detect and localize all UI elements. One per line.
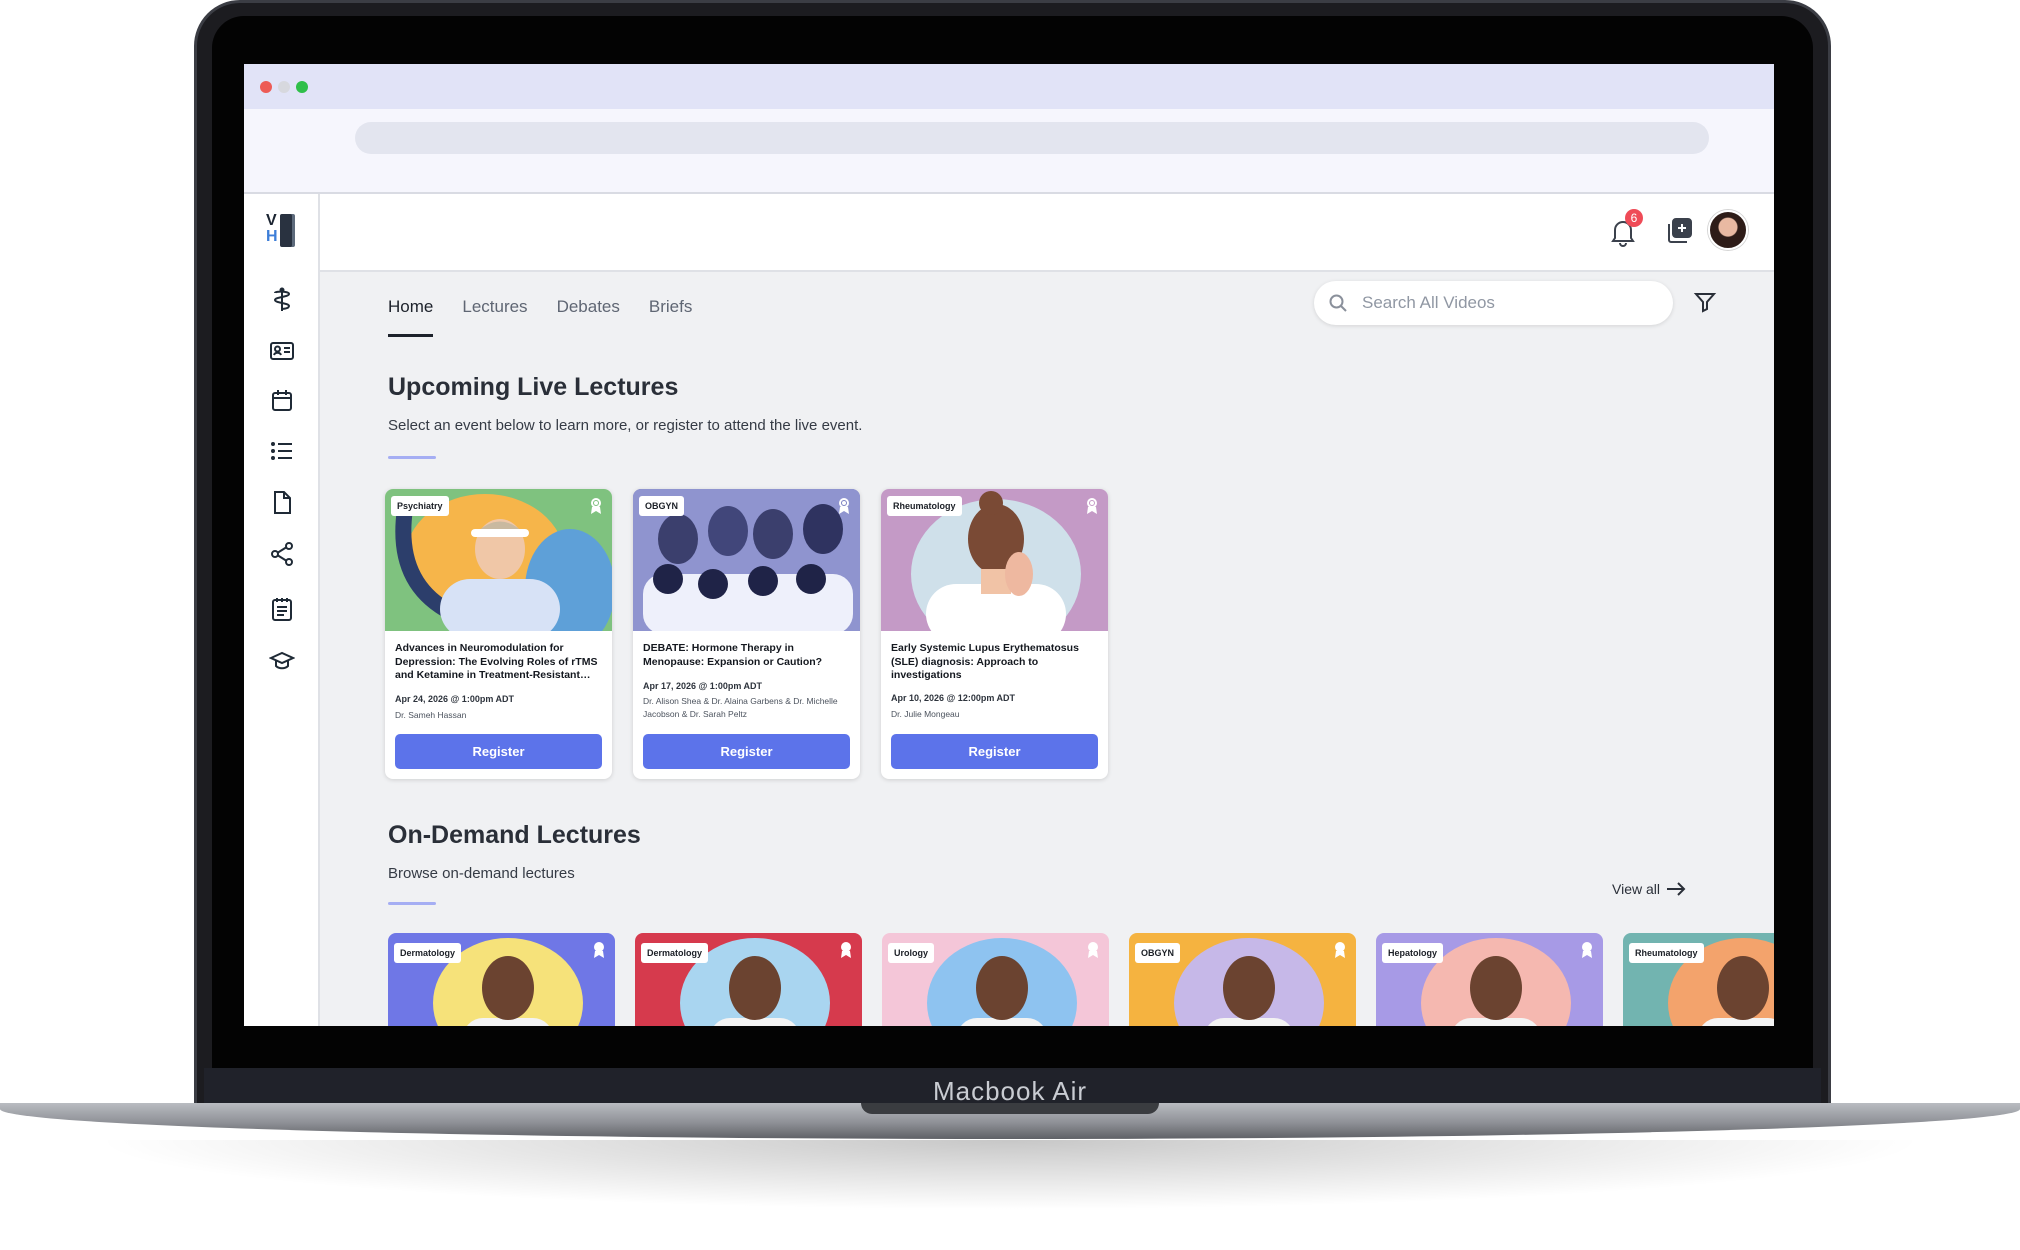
- upcoming-section-subtitle: Select an event below to learn more, or …: [388, 417, 863, 434]
- section-divider: [388, 902, 436, 905]
- ondemand-lecture-card[interactable]: OBGYN: [1129, 933, 1356, 1026]
- upcoming-section-title: Upcoming Live Lectures: [388, 373, 679, 401]
- category-tag: Dermatology: [394, 943, 462, 963]
- category-tag: Rheumatology: [887, 496, 962, 516]
- award-ribbon-icon: [1335, 942, 1345, 958]
- award-ribbon-icon: [1582, 942, 1592, 958]
- list-icon[interactable]: [269, 438, 295, 464]
- award-ribbon-icon: [839, 498, 849, 514]
- ondemand-lecture-card[interactable]: Dermatology: [635, 933, 862, 1026]
- award-ribbon-icon: [1088, 942, 1098, 958]
- award-ribbon-icon: [594, 942, 604, 958]
- top-header: 6: [320, 194, 1774, 272]
- logo-letter-h: H: [266, 228, 278, 245]
- app-logo[interactable]: V H: [266, 212, 298, 248]
- award-ribbon-icon: [591, 498, 601, 514]
- content-tabs: Home Lectures Debates Briefs: [388, 297, 692, 337]
- tab-briefs[interactable]: Briefs: [649, 297, 692, 337]
- address-bar[interactable]: [355, 122, 1709, 154]
- category-tag: Urology: [888, 943, 935, 963]
- ondemand-lecture-card[interactable]: Hepatology: [1376, 933, 1603, 1026]
- award-ribbon-icon: [1087, 498, 1097, 514]
- live-lecture-card[interactable]: Rheumatology Early Systemic Lupus Erythe…: [881, 489, 1108, 779]
- tab-lectures[interactable]: Lectures: [462, 297, 527, 337]
- tab-home[interactable]: Home: [388, 297, 434, 337]
- lecture-title: DEBATE: Hormone Therapy in Menopause: Ex…: [643, 642, 823, 668]
- register-button[interactable]: Register: [643, 734, 850, 769]
- logo-book-icon: [280, 214, 292, 247]
- lecture-thumbnail: Rheumatology: [881, 489, 1108, 631]
- close-window-button[interactable]: [260, 81, 272, 93]
- ondemand-lecture-card[interactable]: Rheumatology: [1623, 933, 1774, 1026]
- view-all-label: View all: [1612, 881, 1660, 897]
- maximize-window-button[interactable]: [296, 81, 308, 93]
- notes-icon[interactable]: [269, 596, 295, 622]
- screen: V H 6 Home Lectures Debates Briefs Searc…: [244, 64, 1774, 1026]
- laptop-shadow: [90, 1140, 1930, 1210]
- lecture-title: Early Systemic Lupus Erythematosus (SLE)…: [891, 642, 1079, 681]
- tab-debates[interactable]: Debates: [557, 297, 620, 337]
- graduation-cap-icon[interactable]: [268, 648, 296, 674]
- lecture-speakers: Dr. Sameh Hassan: [395, 710, 467, 720]
- category-tag: Hepatology: [1382, 943, 1444, 963]
- notification-count-badge: 6: [1625, 209, 1643, 227]
- lecture-thumbnail: Psychiatry: [385, 489, 612, 631]
- register-button[interactable]: Register: [891, 734, 1098, 769]
- minimize-window-button[interactable]: [278, 81, 290, 93]
- ondemand-lecture-card[interactable]: Urology: [882, 933, 1109, 1026]
- document-icon[interactable]: [269, 490, 295, 516]
- search-icon: [1329, 294, 1347, 312]
- category-tag: Dermatology: [641, 943, 709, 963]
- lecture-date: Apr 10, 2026 @ 12:00pm ADT: [891, 693, 1015, 703]
- browser-titlebar: [244, 64, 1774, 109]
- category-tag: OBGYN: [639, 496, 685, 516]
- search-input[interactable]: [1362, 289, 1652, 317]
- category-tag: Rheumatology: [1629, 943, 1704, 963]
- view-all-link[interactable]: View all: [1612, 881, 1686, 897]
- lecture-thumbnail: OBGYN: [633, 489, 860, 631]
- search-box: [1314, 281, 1673, 325]
- ondemand-lecture-card[interactable]: Dermatology: [388, 933, 615, 1026]
- ondemand-section-subtitle: Browse on-demand lectures: [388, 865, 575, 882]
- register-button[interactable]: Register: [395, 734, 602, 769]
- add-playlist-icon[interactable]: [1664, 216, 1694, 246]
- caduceus-icon[interactable]: [269, 287, 295, 313]
- lecture-date: Apr 24, 2026 @ 1:00pm ADT: [395, 694, 514, 704]
- id-card-icon[interactable]: [269, 338, 295, 364]
- arrow-right-icon: [1667, 882, 1686, 896]
- lecture-date: Apr 17, 2026 @ 1:00pm ADT: [643, 681, 762, 691]
- browser-toolbar: [244, 109, 1774, 194]
- category-tag: Psychiatry: [391, 496, 449, 516]
- live-lecture-card[interactable]: OBGYN DEBATE: Hormone Therapy in Menopau…: [633, 489, 860, 779]
- user-avatar[interactable]: [1708, 210, 1748, 250]
- lecture-title: Advances in Neuromodulation for Depressi…: [395, 642, 598, 681]
- category-tag: OBGYN: [1135, 943, 1181, 963]
- lecture-speakers: Dr. Alison Shea & Dr. Alaina Garbens & D…: [643, 696, 838, 719]
- live-lecture-card[interactable]: Psychiatry Advances in Neuromodulation f…: [385, 489, 612, 779]
- calendar-icon[interactable]: [269, 388, 295, 414]
- award-ribbon-icon: [841, 942, 851, 958]
- ondemand-section-title: On-Demand Lectures: [388, 821, 641, 849]
- lecture-speakers: Dr. Julie Mongeau: [891, 709, 960, 719]
- laptop-mockup: Macbook Air V H 6 Home Lectures Debates …: [0, 0, 2020, 1250]
- laptop-notch: [861, 1103, 1159, 1114]
- sidebar: V H: [244, 194, 320, 1026]
- filter-icon[interactable]: [1693, 290, 1717, 314]
- section-divider: [388, 456, 436, 459]
- share-icon[interactable]: [269, 541, 295, 567]
